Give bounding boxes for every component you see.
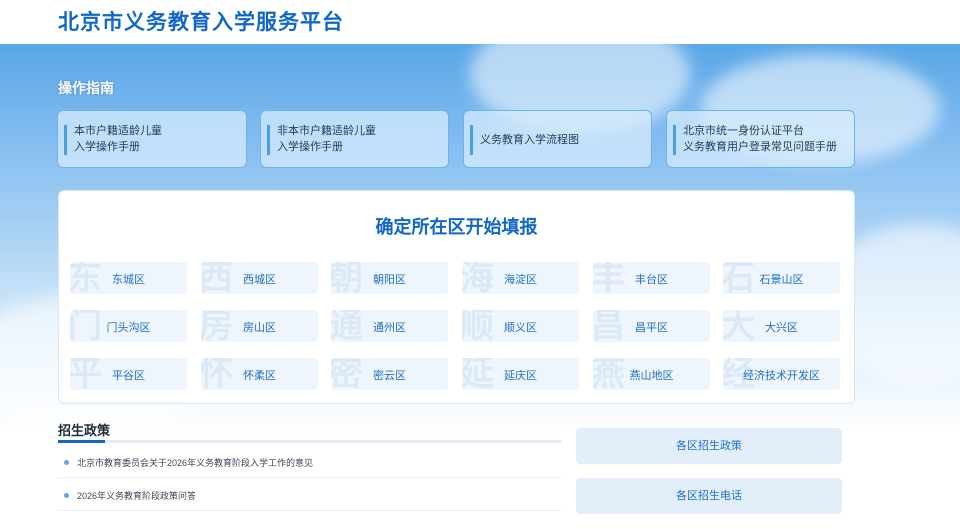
- district-name: 朝阳区: [373, 274, 406, 286]
- district-name: 延庆区: [504, 370, 537, 382]
- district-button[interactable]: 经经济技术开发区: [723, 358, 840, 390]
- card-accent-bar: [267, 125, 270, 155]
- card-accent-bar: [64, 125, 67, 155]
- guide-card-line: 入学操作手册: [277, 141, 343, 153]
- district-button[interactable]: 朝朝阳区: [331, 262, 448, 294]
- district-button[interactable]: 海海淀区: [462, 262, 579, 294]
- guide-card-line: 义务教育入学流程图: [480, 134, 579, 146]
- bullet-dot-icon: [64, 493, 69, 498]
- district-name: 平谷区: [112, 370, 145, 382]
- site-title[interactable]: 北京市义务教育入学服务平台: [58, 6, 344, 36]
- district-name: 丰台区: [635, 274, 668, 286]
- header-bar: 北京市义务教育入学服务平台: [0, 0, 960, 44]
- district-button[interactable]: 通通州区: [331, 310, 448, 342]
- card-accent-bar: [673, 125, 676, 155]
- guide-card-line: 北京市统一身份认证平台: [683, 125, 804, 137]
- district-name: 东城区: [112, 274, 145, 286]
- district-button[interactable]: 东东城区: [70, 262, 187, 294]
- district-name: 西城区: [243, 274, 276, 286]
- district-button[interactable]: 顺顺义区: [462, 310, 579, 342]
- district-name: 门头沟区: [106, 322, 151, 334]
- guide-card-line: 非本市户籍适龄儿童: [277, 125, 376, 137]
- guide-card-line: 入学操作手册: [74, 141, 140, 153]
- district-phone-button-label: 各区招生电话: [676, 490, 742, 502]
- district-name: 海淀区: [504, 274, 537, 286]
- district-button[interactable]: 密密云区: [331, 358, 448, 390]
- news-title: 2026年义务教育阶段政策问答: [77, 491, 197, 501]
- district-button[interactable]: 西西城区: [201, 262, 318, 294]
- district-name: 怀柔区: [243, 370, 276, 382]
- district-name: 房山区: [243, 322, 276, 334]
- district-panel-title: 确定所在区开始填报: [375, 217, 538, 238]
- guide-card-flowchart[interactable]: 义务教育入学流程图: [463, 110, 652, 168]
- district-name: 经济技术开发区: [743, 370, 820, 382]
- district-button[interactable]: 丰丰台区: [593, 262, 710, 294]
- district-name: 石景山区: [759, 274, 804, 286]
- district-name: 密云区: [373, 370, 406, 382]
- district-button[interactable]: 怀怀柔区: [201, 358, 318, 390]
- district-phone-button[interactable]: 各区招生电话: [576, 478, 842, 514]
- district-button[interactable]: 大大兴区: [723, 310, 840, 342]
- district-button[interactable]: 延延庆区: [462, 358, 579, 390]
- district-button[interactable]: 昌昌平区: [593, 310, 710, 342]
- guide-section-title: 操作指南: [58, 81, 114, 97]
- district-name: 顺义区: [504, 322, 537, 334]
- district-name: 通州区: [373, 322, 406, 334]
- guide-card-local-children[interactable]: 本市户籍适龄儿童 入学操作手册: [57, 110, 247, 168]
- district-name: 大兴区: [765, 322, 798, 334]
- district-name: 燕山地区: [629, 370, 674, 382]
- district-button[interactable]: 石石景山区: [723, 262, 840, 294]
- district-policy-button[interactable]: 各区招生政策: [576, 428, 842, 464]
- district-button[interactable]: 平平谷区: [70, 358, 187, 390]
- news-title: 北京市教育委员会关于2026年义务教育阶段入学工作的意见: [77, 458, 314, 468]
- news-item[interactable]: 北京市教育委员会关于2026年义务教育阶段入学工作的意见: [58, 448, 562, 478]
- policy-heading-underline: [58, 440, 562, 443]
- policy-heading[interactable]: 招生政策: [58, 420, 110, 439]
- district-button[interactable]: 房房山区: [201, 310, 318, 342]
- bullet-dot-icon: [64, 460, 69, 465]
- guide-card-line: 本市户籍适龄儿童: [74, 125, 162, 137]
- district-button[interactable]: 燕燕山地区: [593, 358, 710, 390]
- guide-card-identity-platform[interactable]: 北京市统一身份认证平台 义务教育用户登录常见问题手册: [666, 110, 855, 168]
- district-button[interactable]: 门门头沟区: [70, 310, 187, 342]
- district-name: 昌平区: [635, 322, 668, 334]
- news-item[interactable]: 2026年义务教育阶段政策问答: [58, 481, 562, 511]
- card-accent-bar: [470, 125, 473, 155]
- guide-card-nonlocal-children[interactable]: 非本市户籍适龄儿童 入学操作手册: [260, 110, 449, 168]
- guide-card-line: 义务教育用户登录常见问题手册: [683, 141, 837, 153]
- policy-heading-active-indicator: [58, 440, 105, 443]
- district-policy-button-label: 各区招生政策: [676, 440, 742, 452]
